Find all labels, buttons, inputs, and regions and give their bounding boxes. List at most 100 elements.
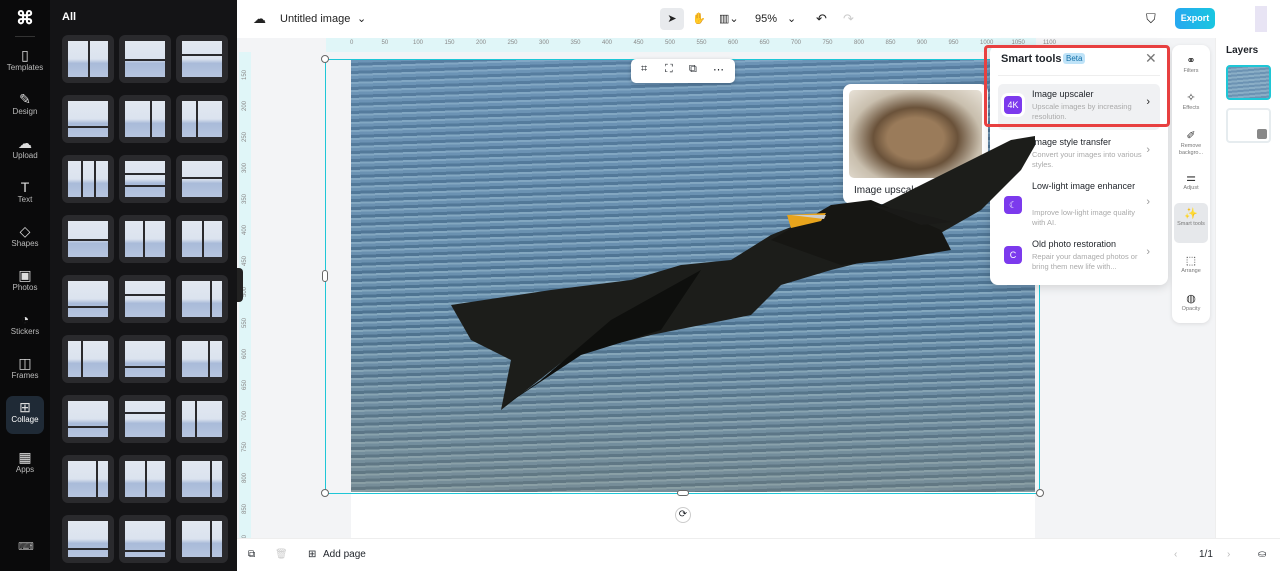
collage-template[interactable] [119,515,171,563]
nav-label: Upload [12,151,38,160]
panel-title: All [62,11,77,23]
next-page-icon[interactable]: › [1227,549,1230,560]
resize-handle[interactable] [321,489,329,497]
collage-panel: All [50,0,237,571]
resize-handle[interactable] [1036,489,1044,497]
nav-item-upload[interactable]: ☁ Upload [6,132,44,170]
collage-preview [182,281,222,317]
ruler-tick-label: 500 [665,40,676,46]
tool-effects[interactable]: ✧ Effects [1174,87,1208,127]
nav-item-stickers[interactable]: ◔ Stickers [6,308,44,346]
collage-template[interactable] [176,455,228,503]
collage-template[interactable] [62,215,114,263]
top-bar: ☁ Untitled image ⌄ ➤ ✋ ▥⌄ 95% ⌄ ↶ ↷ ⛉ Ex… [237,0,1280,38]
nav-item-frames[interactable]: ◫ Frames [6,352,44,390]
layout-icon[interactable]: ▥⌄ [719,8,739,30]
collage-template[interactable] [176,95,228,143]
nav-item-photos[interactable]: ▣ Photos [6,264,44,302]
tool-name: Image style transfer [1032,137,1112,147]
delete-icon[interactable]: 🗑 [275,549,288,560]
tool-opacity[interactable]: ◍ Opacity [1174,288,1208,328]
chevron-right-icon: › [1146,196,1150,208]
layer-thumbnail-background[interactable] [1226,108,1271,143]
collage-template[interactable] [176,155,228,203]
collage-template[interactable] [62,155,114,203]
chevron-down-icon[interactable]: ⌄ [357,8,366,30]
ruler-tick-label: 800 [854,40,865,46]
redo-icon[interactable]: ↷ [843,8,854,30]
collage-template[interactable] [119,155,171,203]
tool-label: Effects [1182,105,1200,111]
collage-template[interactable] [62,35,114,83]
hand-tool-icon[interactable]: ✋ [692,8,706,30]
collage-template[interactable] [176,215,228,263]
collage-preview [68,341,108,377]
pages-icon[interactable]: ⧉ [248,549,255,560]
collage-preview [125,161,165,197]
add-page-button[interactable]: Add page [323,549,366,560]
nav-label: Frames [11,371,39,380]
briefcase-icon[interactable]: ⛀ [1258,549,1266,560]
collage-template[interactable] [176,335,228,383]
tool-arrange[interactable]: ⬚ Arrange [1174,250,1208,290]
tool-label: Opacity [1181,306,1201,312]
collage-template[interactable] [62,515,114,563]
resize-handle[interactable] [322,270,328,282]
cloud-icon[interactable]: ☁ [253,8,266,30]
tool-filters[interactable]: ⚭ Filters [1174,50,1208,90]
collage-template[interactable] [176,395,228,443]
collage-preview [125,221,165,257]
zoom-chevron-icon[interactable]: ⌄ [787,8,796,30]
bird-photo[interactable] [351,60,1035,492]
collage-template[interactable] [119,215,171,263]
collage-template[interactable] [119,335,171,383]
export-button[interactable]: Export [1175,8,1215,29]
nav-item-collage[interactable]: ⊞ Collage [6,396,44,434]
nav-item-apps[interactable]: ▦ Apps [6,446,44,484]
capcut-logo-icon[interactable]: ⌘ [13,8,37,30]
nav-item-text[interactable]: T Text [6,176,44,214]
rotate-icon[interactable]: ⟳ [675,507,691,523]
zoom-level[interactable]: 95% [755,8,777,30]
nav-label: Design [12,107,38,116]
collapse-panel-handle[interactable] [237,268,243,302]
filters-icon: ⚭ [1186,55,1196,67]
collage-template[interactable] [62,95,114,143]
collage-template[interactable] [176,515,228,563]
avatar[interactable] [1255,6,1267,32]
text-icon: T [20,179,30,195]
layer-thumbnail-photo[interactable] [1226,65,1271,100]
layers-title: Layers [1226,45,1259,56]
file-title[interactable]: Untitled image [280,8,350,30]
collage-template[interactable] [119,35,171,83]
tool-remove-backgro-[interactable]: ✐ Remove backgro... [1174,125,1208,165]
shield-icon[interactable]: ⛉ [1146,8,1156,30]
collage-template[interactable] [119,395,171,443]
add-page-icon[interactable]: ⊞ [308,549,316,560]
collage-template[interactable] [119,275,171,323]
collage-template[interactable] [62,395,114,443]
tool-label: Smart tools [1177,221,1205,227]
prev-page-icon[interactable]: ‹ [1174,549,1177,560]
collage-template[interactable] [62,335,114,383]
collage-template[interactable] [176,35,228,83]
keyboard-icon[interactable]: ⌨ [18,540,34,553]
tool-adjust[interactable]: ⚌ Adjust [1174,167,1208,207]
collage-preview [125,101,165,137]
tool-description: Repair your damaged photos or bring them… [1032,252,1138,271]
nav-item-shapes[interactable]: ◇ Shapes [6,220,44,258]
collage-template[interactable] [119,455,171,503]
tool-label: Remove backgro... [1178,143,1204,156]
frames-icon: ◫ [18,355,32,371]
collage-template[interactable] [62,455,114,503]
tool-smart-tools[interactable]: ✨ Smart tools [1174,203,1208,243]
resize-handle[interactable] [321,55,329,63]
nav-item-design[interactable]: ✎ Design [6,88,44,126]
nav-item-templates[interactable]: ▯ Templates [6,44,44,82]
collage-preview [125,461,165,497]
collage-template[interactable] [119,95,171,143]
select-tool-icon[interactable]: ➤ [660,8,684,30]
collage-template[interactable] [176,275,228,323]
undo-icon[interactable]: ↶ [816,8,827,30]
collage-template[interactable] [62,275,114,323]
